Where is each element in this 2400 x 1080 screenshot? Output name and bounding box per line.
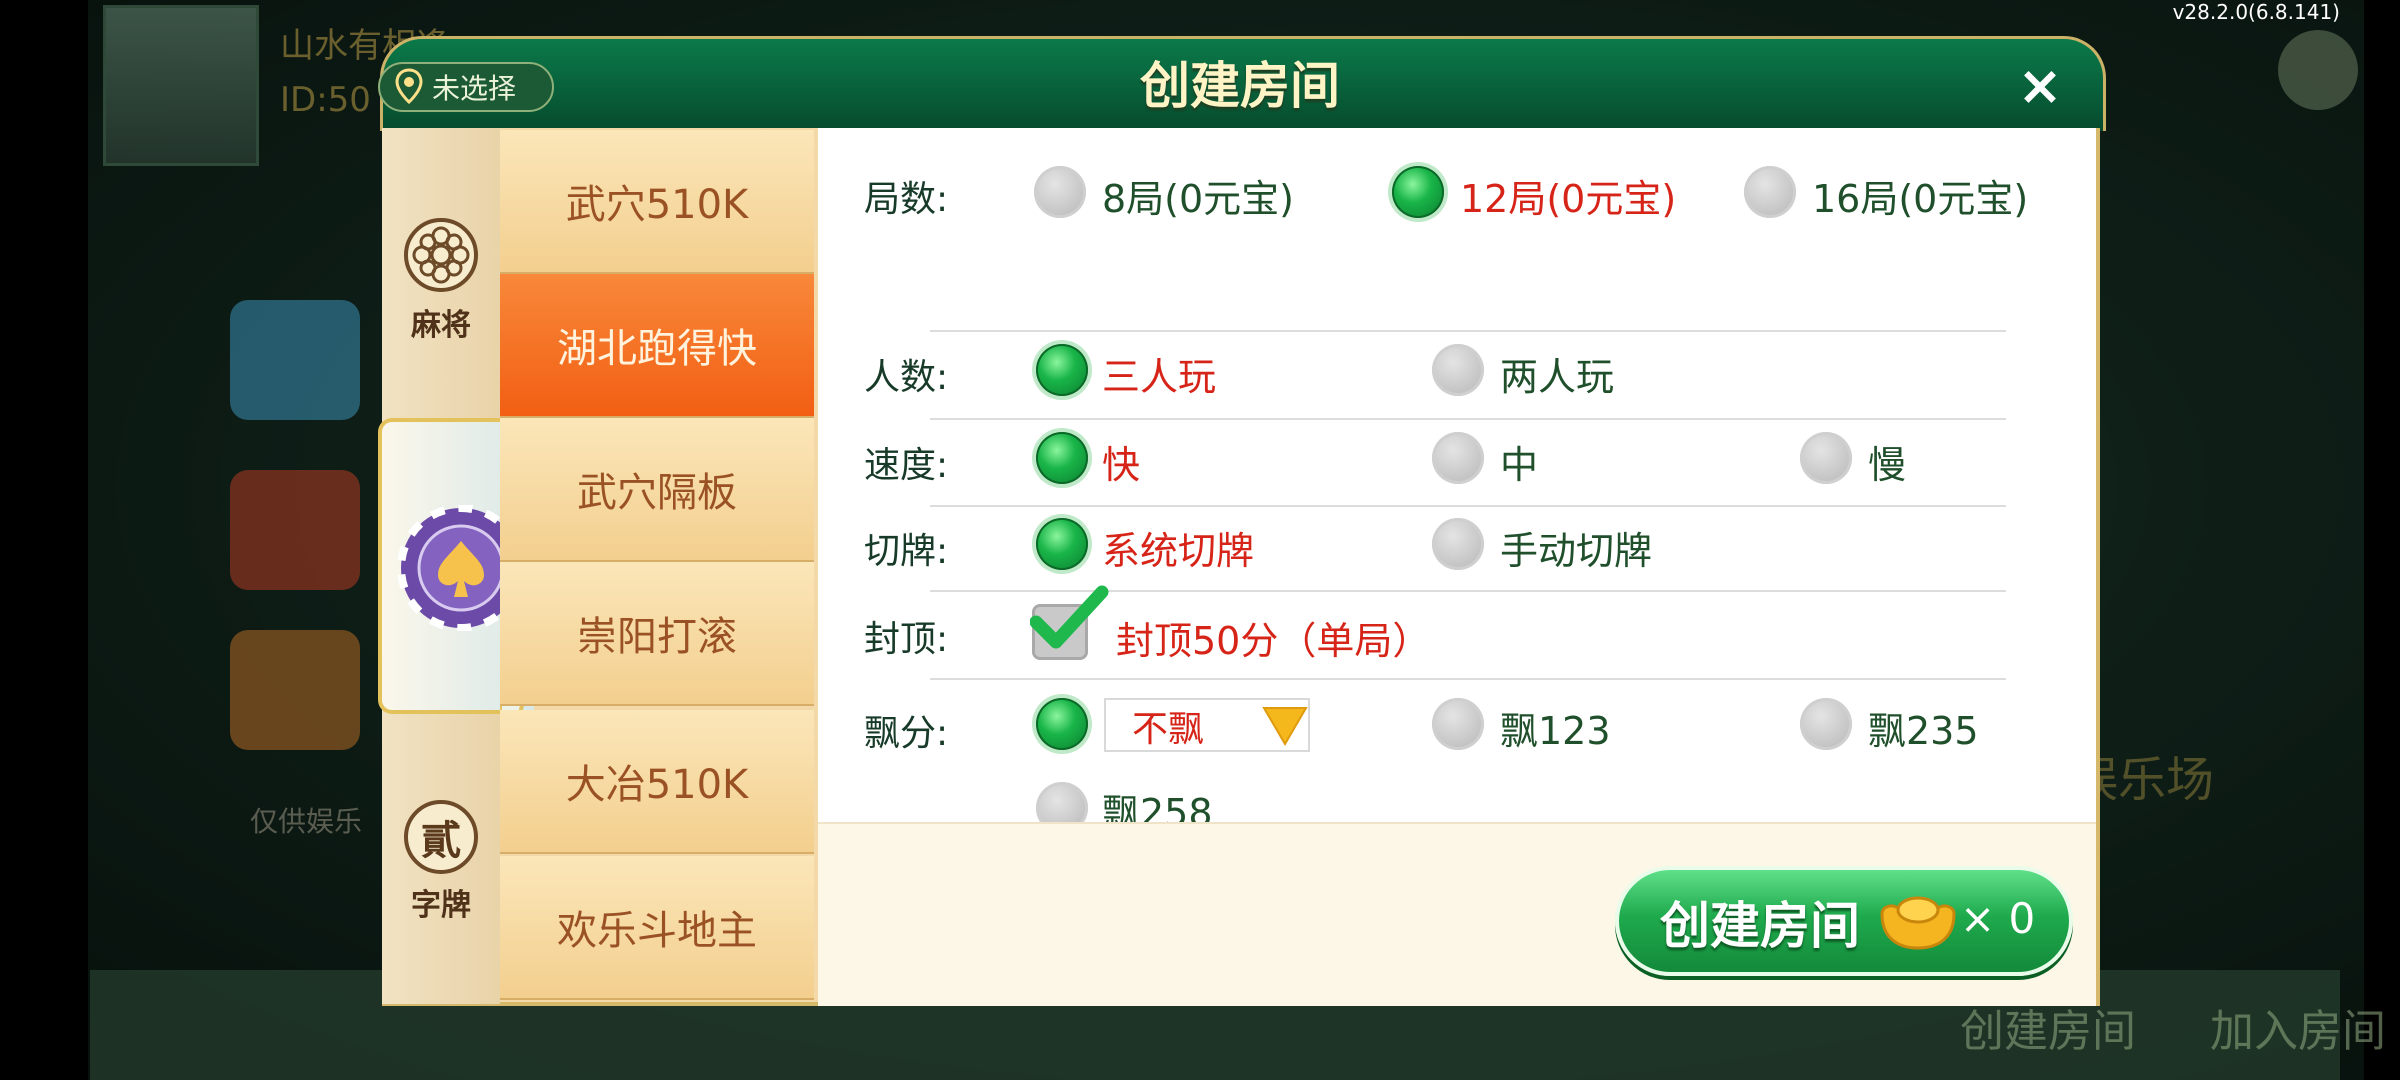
players-radio[interactable] [1432,344,1484,396]
divider [930,418,2006,420]
game-item[interactable]: 武穴510K [500,130,814,274]
piao-label: 飘分: [864,713,949,754]
version-label: v28.2.0(6.8.141) [2172,0,2340,24]
rounds-option[interactable]: 16局(0元宝) [1812,168,2028,223]
location-pin-icon [395,68,423,105]
speed-option[interactable]: 慢 [1868,434,1906,489]
players-option-selected[interactable]: 三人玩 [1102,346,1216,401]
game-item[interactable]: 大冶510K [500,710,814,854]
cap-option[interactable]: 封顶50分（单局） [1116,610,1430,665]
lobby-game-icon[interactable] [230,300,360,420]
location-label: 未选择 [432,72,517,105]
lobby-disclaimer: 仅供娱乐 [250,805,363,838]
lobby-game-icon[interactable] [230,470,360,590]
piao-radio[interactable] [1036,782,1088,822]
players-label: 人数: [864,357,949,398]
game-item[interactable]: 武穴隔板 [500,418,814,562]
create-room-cost: × 0 [1960,894,2036,943]
piao-radio[interactable] [1432,698,1484,750]
gold-ingot-icon [1880,896,1956,950]
shuffle-radio[interactable] [1432,518,1484,570]
shuffle-option[interactable]: 手动切牌 [1500,520,1652,575]
category-zipai[interactable]: 貳 字牌 [382,800,500,924]
rounds-radio[interactable] [1034,166,1086,218]
rounds-option-selected[interactable]: 12局(0元宝) [1460,168,1676,223]
clipped-row: 飘258 [818,770,2098,822]
shuffle-label: 切牌: [864,531,949,572]
category-label: 字牌 [411,888,471,923]
shuffle-option-selected[interactable]: 系统切牌 [1102,520,1254,575]
players-option[interactable]: 两人玩 [1500,346,1614,401]
close-button[interactable]: × [2010,56,2070,116]
checkmark-icon [1030,585,1109,649]
speed-option[interactable]: 中 [1500,434,1538,489]
game-item[interactable]: 崇阳打滚 [500,562,814,706]
rounds-label: 局数: [864,179,949,220]
speed-radio-selected[interactable] [1036,432,1088,484]
category-label: 麻将 [411,308,471,343]
cap-label: 封顶: [864,619,949,660]
rounds-radio-selected[interactable] [1392,166,1444,218]
divider [930,330,2006,332]
letterbox-right [2364,0,2400,1080]
dialog-border [2096,128,2100,1006]
piao-option[interactable]: 飘258 [1102,782,1213,822]
create-room-label: 创建房间 [1660,897,1860,955]
lobby-game-icon[interactable] [230,630,360,750]
shuffle-radio-selected[interactable] [1036,518,1088,570]
game-item[interactable]: 欢乐斗地主 [500,856,814,1000]
divider [930,678,2006,680]
lobby-join-room-button[interactable]: 加入房间 [2210,995,2386,1059]
speed-label: 速度: [864,445,949,486]
rounds-radio[interactable] [1744,166,1796,218]
zipai-char-icon: 貳 [404,800,478,874]
piao-dropdown-value: 不飘 [1132,709,1205,750]
piao-radio[interactable] [1800,698,1852,750]
speed-radio[interactable] [1432,432,1484,484]
location-selector[interactable]: 未选择 [378,62,554,112]
mahjong-flower-icon [404,218,478,292]
chevron-down-icon[interactable] [1262,706,1308,746]
letterbox-left [0,0,88,1080]
speed-option-selected[interactable]: 快 [1102,434,1140,489]
players-radio-selected[interactable] [1036,344,1088,396]
piao-radio-selected[interactable] [1036,698,1088,750]
piao-option[interactable]: 飘123 [1500,700,1611,755]
piao-option[interactable]: 飘235 [1868,700,1979,755]
game-item-selected[interactable]: 湖北跑得快 [500,274,814,418]
category-mahjong[interactable]: 麻将 [382,216,500,344]
divider [930,505,2006,507]
rounds-option[interactable]: 8局(0元宝) [1102,168,1294,223]
speed-radio[interactable] [1800,432,1852,484]
